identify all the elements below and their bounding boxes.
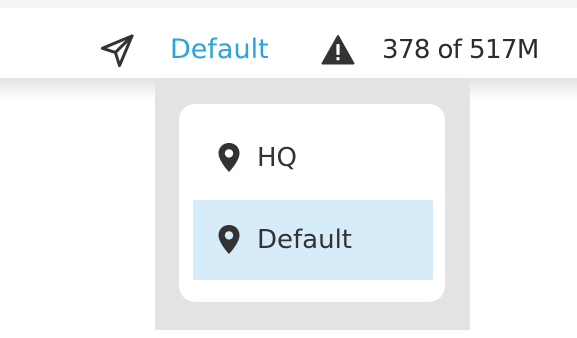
warning-triangle-icon: [321, 35, 355, 65]
map-pin-icon: [218, 225, 240, 254]
dropdown-item-default[interactable]: Default: [193, 200, 433, 280]
dropdown-item-label: HQ: [257, 143, 298, 173]
dropdown-item-hq[interactable]: HQ: [193, 118, 433, 198]
location-selector[interactable]: Default: [170, 30, 269, 70]
dropdown-item-label: Default: [257, 225, 352, 255]
top-strip: [0, 0, 577, 8]
send-icon[interactable]: [98, 32, 136, 70]
storage-usage-text: 378 of 517M: [382, 35, 539, 65]
location-dropdown: HQ Default: [179, 104, 445, 302]
map-pin-icon: [218, 143, 240, 172]
